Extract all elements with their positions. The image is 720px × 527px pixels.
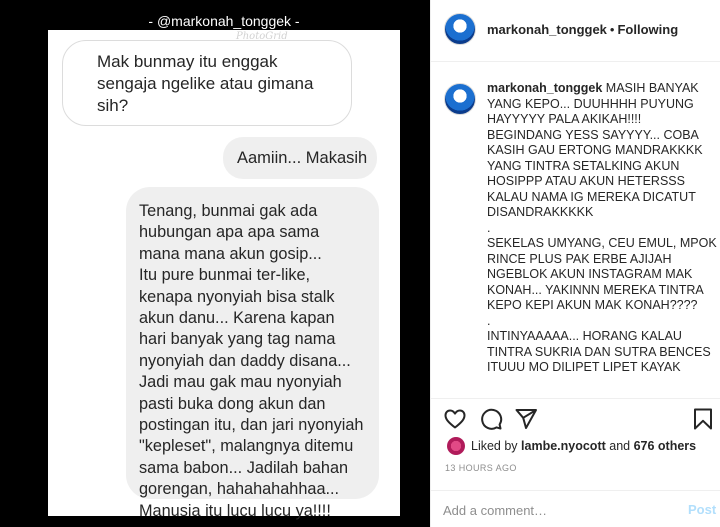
bubble-line: akun danu... Karena kapan	[139, 309, 335, 328]
caption-line: DISANDRAKKKKK	[487, 205, 594, 219]
bubble-line: mana mana akun gosip...	[139, 244, 322, 263]
comment-icon[interactable]	[479, 407, 503, 431]
chat-bubble-reply: Aamiin... Makasih	[223, 137, 377, 179]
share-icon[interactable]	[514, 407, 538, 431]
post-caption: markonah_tonggek MASIH BANYAK YANG KEPO.…	[487, 81, 717, 376]
media-handle-caption: - @markonah_tonggek -	[148, 13, 300, 29]
caption-line: KASIH GAU ERTONG MANDRAKKKK	[487, 143, 703, 157]
caption-username-link[interactable]: markonah_tonggek	[487, 81, 602, 95]
caption-line: MASIH BANYAK	[602, 81, 699, 95]
likes-text: Liked by lambe.nyocott and 676 others	[471, 439, 696, 453]
likes-middle: and	[605, 439, 634, 453]
post-header: markonah_tonggek • Following	[431, 0, 720, 62]
caption-line: BEGINDANG YESS SAYYYY... COBA	[487, 127, 699, 142]
bubble-line: sama babon... Jadilah bahan	[139, 458, 349, 477]
bubble-line: sengaja ngelike atau gimana	[97, 74, 314, 93]
caption-line: YANG TINTRA SETALKING AKUN	[487, 158, 680, 173]
following-button[interactable]: Following	[617, 22, 678, 37]
caption-line: .	[487, 313, 491, 328]
caption-line: KALAU NAMA IG MEREKA DICATUT	[487, 189, 696, 204]
comment-input[interactable]	[443, 500, 673, 520]
bubble-line: Tenang, bunmai gak ada	[139, 202, 318, 220]
bubble-line: nyonyiah dan daddy disana...	[139, 351, 351, 370]
caption-line: INTINYAAAAA... HORANG KALAU	[487, 329, 682, 343]
caption-line: KEPO KEPI AKUN MAK KONAH????	[487, 298, 698, 312]
caption-line: .	[487, 220, 491, 235]
header-text: markonah_tonggek • Following	[487, 22, 678, 37]
caption-line: ITUUU MO DILIPET LIPET KAYAK	[487, 360, 681, 374]
post-media[interactable]: - @markonah_tonggek - PhotoGrid Mak bunm…	[0, 0, 430, 527]
caption-line: HAYYYYY PALA AKIKAH!!!!	[487, 112, 642, 126]
caption-line: SEKELAS UMYANG, CEU EMUL, MPOK	[487, 236, 717, 250]
liker-username-link[interactable]: lambe.nyocott	[521, 439, 606, 453]
bubble-line: pasti buka dong akun dan	[139, 394, 326, 413]
liker-avatar[interactable]	[447, 437, 465, 455]
heart-icon[interactable]	[443, 407, 467, 431]
bubble-line: Jadi mau gak mau nyonyiah	[139, 373, 342, 392]
post-timestamp[interactable]: 13 HOURS AGO	[445, 463, 517, 473]
bubble-line: sih?	[97, 96, 129, 115]
bubble-line: kenapa nyonyiah bisa stalk	[139, 287, 335, 306]
caption-line: RINCE PLUS PAK ERBE AJIJAH	[487, 251, 672, 266]
bubble-line: hari banyak yang tag nama	[139, 330, 336, 349]
bookmark-icon[interactable]	[691, 407, 715, 431]
post-comment-button[interactable]: Post	[688, 502, 716, 517]
bubble-line: "kepleset", malangnya ditemu	[139, 437, 354, 456]
header-separator: •	[609, 22, 615, 37]
chat-bubble-question: Mak bunmay itu enggak sengaja ngelike at…	[62, 40, 352, 126]
likes-row: Liked by lambe.nyocott and 676 others	[431, 434, 720, 458]
chat-bubble-answer: Tenang, bunmai gak ada hubungan apa apa …	[126, 187, 379, 520]
caption-author-avatar[interactable]	[444, 83, 476, 115]
add-comment-bar: Post	[431, 490, 720, 527]
caption-line: KONAH... YAKINNN MEREKA TINTRA	[487, 282, 704, 297]
caption-line: HOSIPPP ATAU AKUN HETERSSS	[487, 174, 685, 188]
bubble-line: Aamiin... Makasih	[237, 149, 368, 167]
action-bar	[431, 398, 720, 434]
bubble-line: hubungan apa apa sama	[139, 223, 320, 242]
bubble-line: gorengan, hahahahahhaa...	[139, 480, 340, 499]
likes-prefix: Liked by	[471, 439, 522, 453]
bubble-line: Itu pure bunmai ter-like,	[139, 266, 311, 285]
others-likes-link[interactable]: 676 others	[634, 439, 697, 453]
bubble-line: Manusia itu lucu lucu ya!!!!	[139, 501, 331, 520]
author-username-link[interactable]: markonah_tonggek	[487, 22, 607, 37]
caption-line: NGEBLOK AKUN INSTAGRAM MAK	[487, 267, 693, 281]
bubble-line: Mak bunmay itu enggak	[97, 52, 278, 71]
caption-line: TINTRA SUKRIA DAN SUTRA BENCES	[487, 344, 711, 359]
caption-line: YANG KEPO... DUUHHHH PUYUNG	[487, 96, 694, 111]
caption-area[interactable]: markonah_tonggek MASIH BANYAK YANG KEPO.…	[431, 63, 720, 398]
bubble-line: postingan itu, dan jari nyonyiah	[139, 416, 364, 435]
author-avatar[interactable]	[444, 13, 476, 45]
post-side-panel: markonah_tonggek • Following markonah_tong…	[430, 0, 720, 527]
